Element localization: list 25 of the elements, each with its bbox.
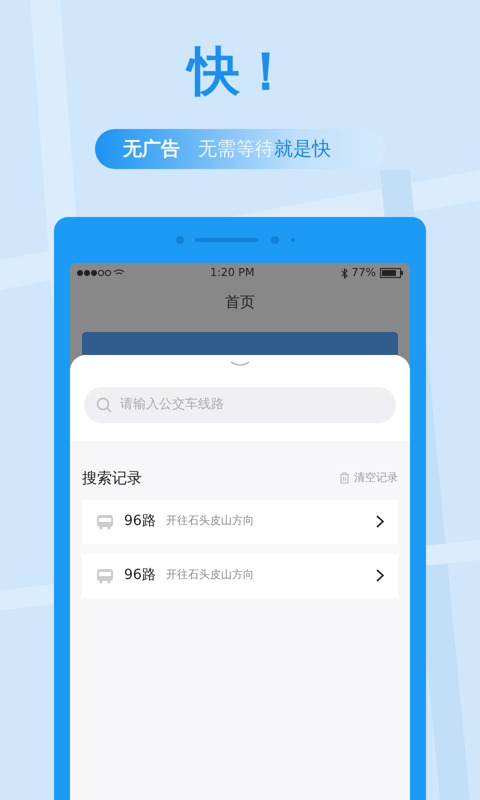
route-name: 96路 <box>124 566 156 586</box>
search-icon <box>96 397 112 414</box>
history-item[interactable]: 96路 开往石头皮山方向 <box>82 554 398 598</box>
chevron-right-icon <box>376 515 384 528</box>
headline: 快！ <box>188 44 292 102</box>
search-placeholder: 请输入公交车线路 <box>120 396 224 414</box>
bus-icon <box>96 514 114 530</box>
tagline-emphasis: 就是快 <box>274 138 331 160</box>
collapse-icon[interactable] <box>230 361 250 368</box>
route-name: 96路 <box>124 512 156 532</box>
section-title: 搜索记录 <box>82 468 142 490</box>
bluetooth-icon <box>340 268 348 279</box>
screen-title: 首页 <box>224 292 256 314</box>
battery-percent: 77% <box>352 264 376 281</box>
history-item[interactable]: 96路 开往石头皮山方向 <box>82 500 398 544</box>
tag-label: 无广告 <box>123 136 180 162</box>
route-direction: 开往石头皮山方向 <box>166 567 255 584</box>
trash-icon <box>339 472 350 484</box>
status-time: 1:20 PM <box>210 264 254 281</box>
tagline-text: 无需等待 <box>198 138 274 160</box>
route-direction: 开往石头皮山方向 <box>166 513 255 530</box>
battery-icon <box>380 268 404 278</box>
chevron-right-icon <box>376 569 384 582</box>
signal-icon <box>76 268 124 278</box>
bus-icon <box>96 568 114 584</box>
